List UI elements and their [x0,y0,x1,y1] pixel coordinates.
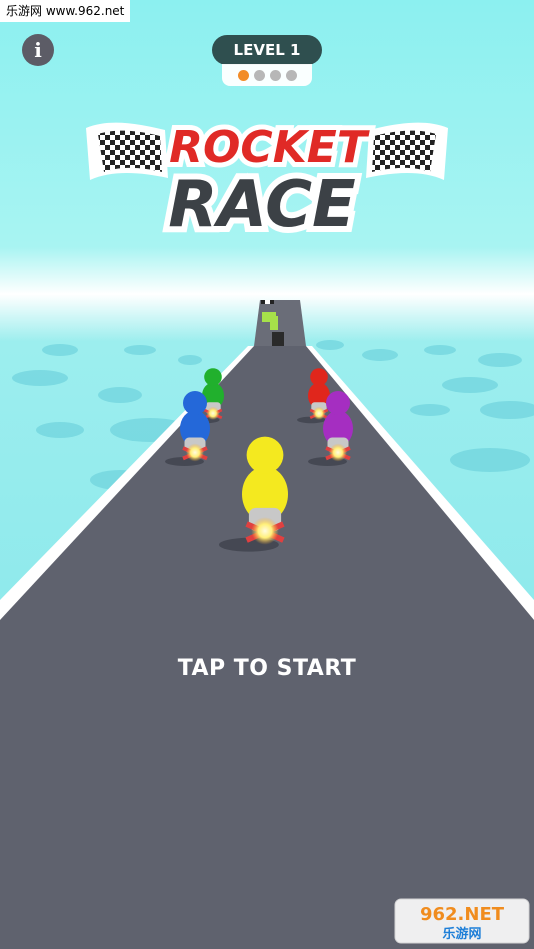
checkered-flag-right-icon [372,130,436,172]
badge-line2: 乐游网 [442,926,481,942]
game-scene[interactable]: ROCKET RACE [0,0,534,949]
logo-line2: RACE [168,168,356,242]
level-dot [253,69,265,81]
badge-line1: 962.NET [420,904,505,925]
level-progress-dots [222,64,312,86]
level-dot [285,69,297,81]
info-icon: i [34,38,42,62]
level-dot [269,69,281,81]
logo-line1: ROCKET [169,122,370,173]
level-dot [237,69,249,81]
checkered-flag-left-icon [98,130,162,172]
info-button[interactable]: i [22,34,54,66]
watermark: 乐游网 www.962.net [0,0,131,22]
tap-to-start-prompt[interactable]: TAP TO START [0,656,534,681]
site-badge: 962.NET 乐游网 [394,898,530,944]
level-indicator: LEVEL 1 [212,35,322,65]
